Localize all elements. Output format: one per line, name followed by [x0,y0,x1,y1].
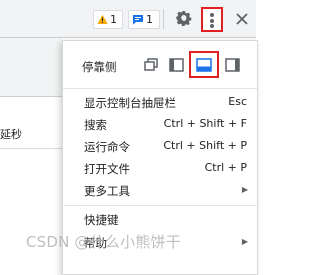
kebab-dot [210,18,214,23]
menu-item-open-file[interactable]: 打开文件 Ctrl + P [63,158,257,180]
watermark: CSDN @什么小熊饼干 [26,233,181,251]
messages-count: 1 [146,13,153,26]
warning-icon [97,14,108,24]
undock-icon[interactable] [142,56,162,74]
toolbar-divider [163,9,164,29]
kebab-dot [210,13,214,17]
dock-bottom-icon[interactable] [194,56,214,74]
close-icon[interactable] [234,11,250,27]
left-panel-text: 延秒 [0,128,22,141]
kebab-dot [210,24,214,28]
menu-item-search[interactable]: 搜索 Ctrl + Shift + F [63,114,257,136]
message-icon [133,15,143,25]
menu-item-show-console-drawer[interactable]: 显示控制台抽屉栏 Esc [63,92,257,114]
menu-item-more-tools[interactable]: 更多工具 ▶ [63,180,257,202]
menu-item-label: 打开文件 [84,162,130,176]
menu-item-shortcuts[interactable]: 快捷键 [63,209,257,231]
menu-item-shortcut: Esc [228,95,247,108]
left-panel-divider [0,148,62,149]
menu-divider [63,205,257,206]
customize-devtools-menu-button[interactable] [201,7,223,32]
devtools-toolbar: 1 1 [0,0,256,38]
submenu-arrow-icon: ▶ [241,185,248,194]
warnings-count: 1 [110,13,117,26]
menu-item-shortcut: Ctrl + Shift + F [163,117,247,130]
menu-item-label: 更多工具 [84,184,130,198]
settings-gear-icon[interactable] [176,11,192,27]
warnings-badge[interactable]: 1 [93,10,123,29]
dock-side-label: 停靠侧 [82,60,117,74]
menu-item-label: 快捷键 [84,213,119,227]
menu-item-run-command[interactable]: 运行命令 Ctrl + Shift + P [63,136,257,158]
messages-badge[interactable]: 1 [128,10,160,29]
menu-item-label: 搜索 [84,118,107,132]
menu-divider [63,88,257,89]
dock-left-icon[interactable] [167,56,187,74]
menu-item-shortcut: Ctrl + Shift + P [163,139,247,152]
left-panel-header [0,38,62,97]
menu-item-label: 运行命令 [84,140,130,154]
menu-item-shortcut: Ctrl + P [204,161,247,174]
submenu-arrow-icon: ▶ [241,237,248,246]
dock-right-icon[interactable] [223,56,243,74]
menu-item-label: 显示控制台抽屉栏 [84,96,176,110]
